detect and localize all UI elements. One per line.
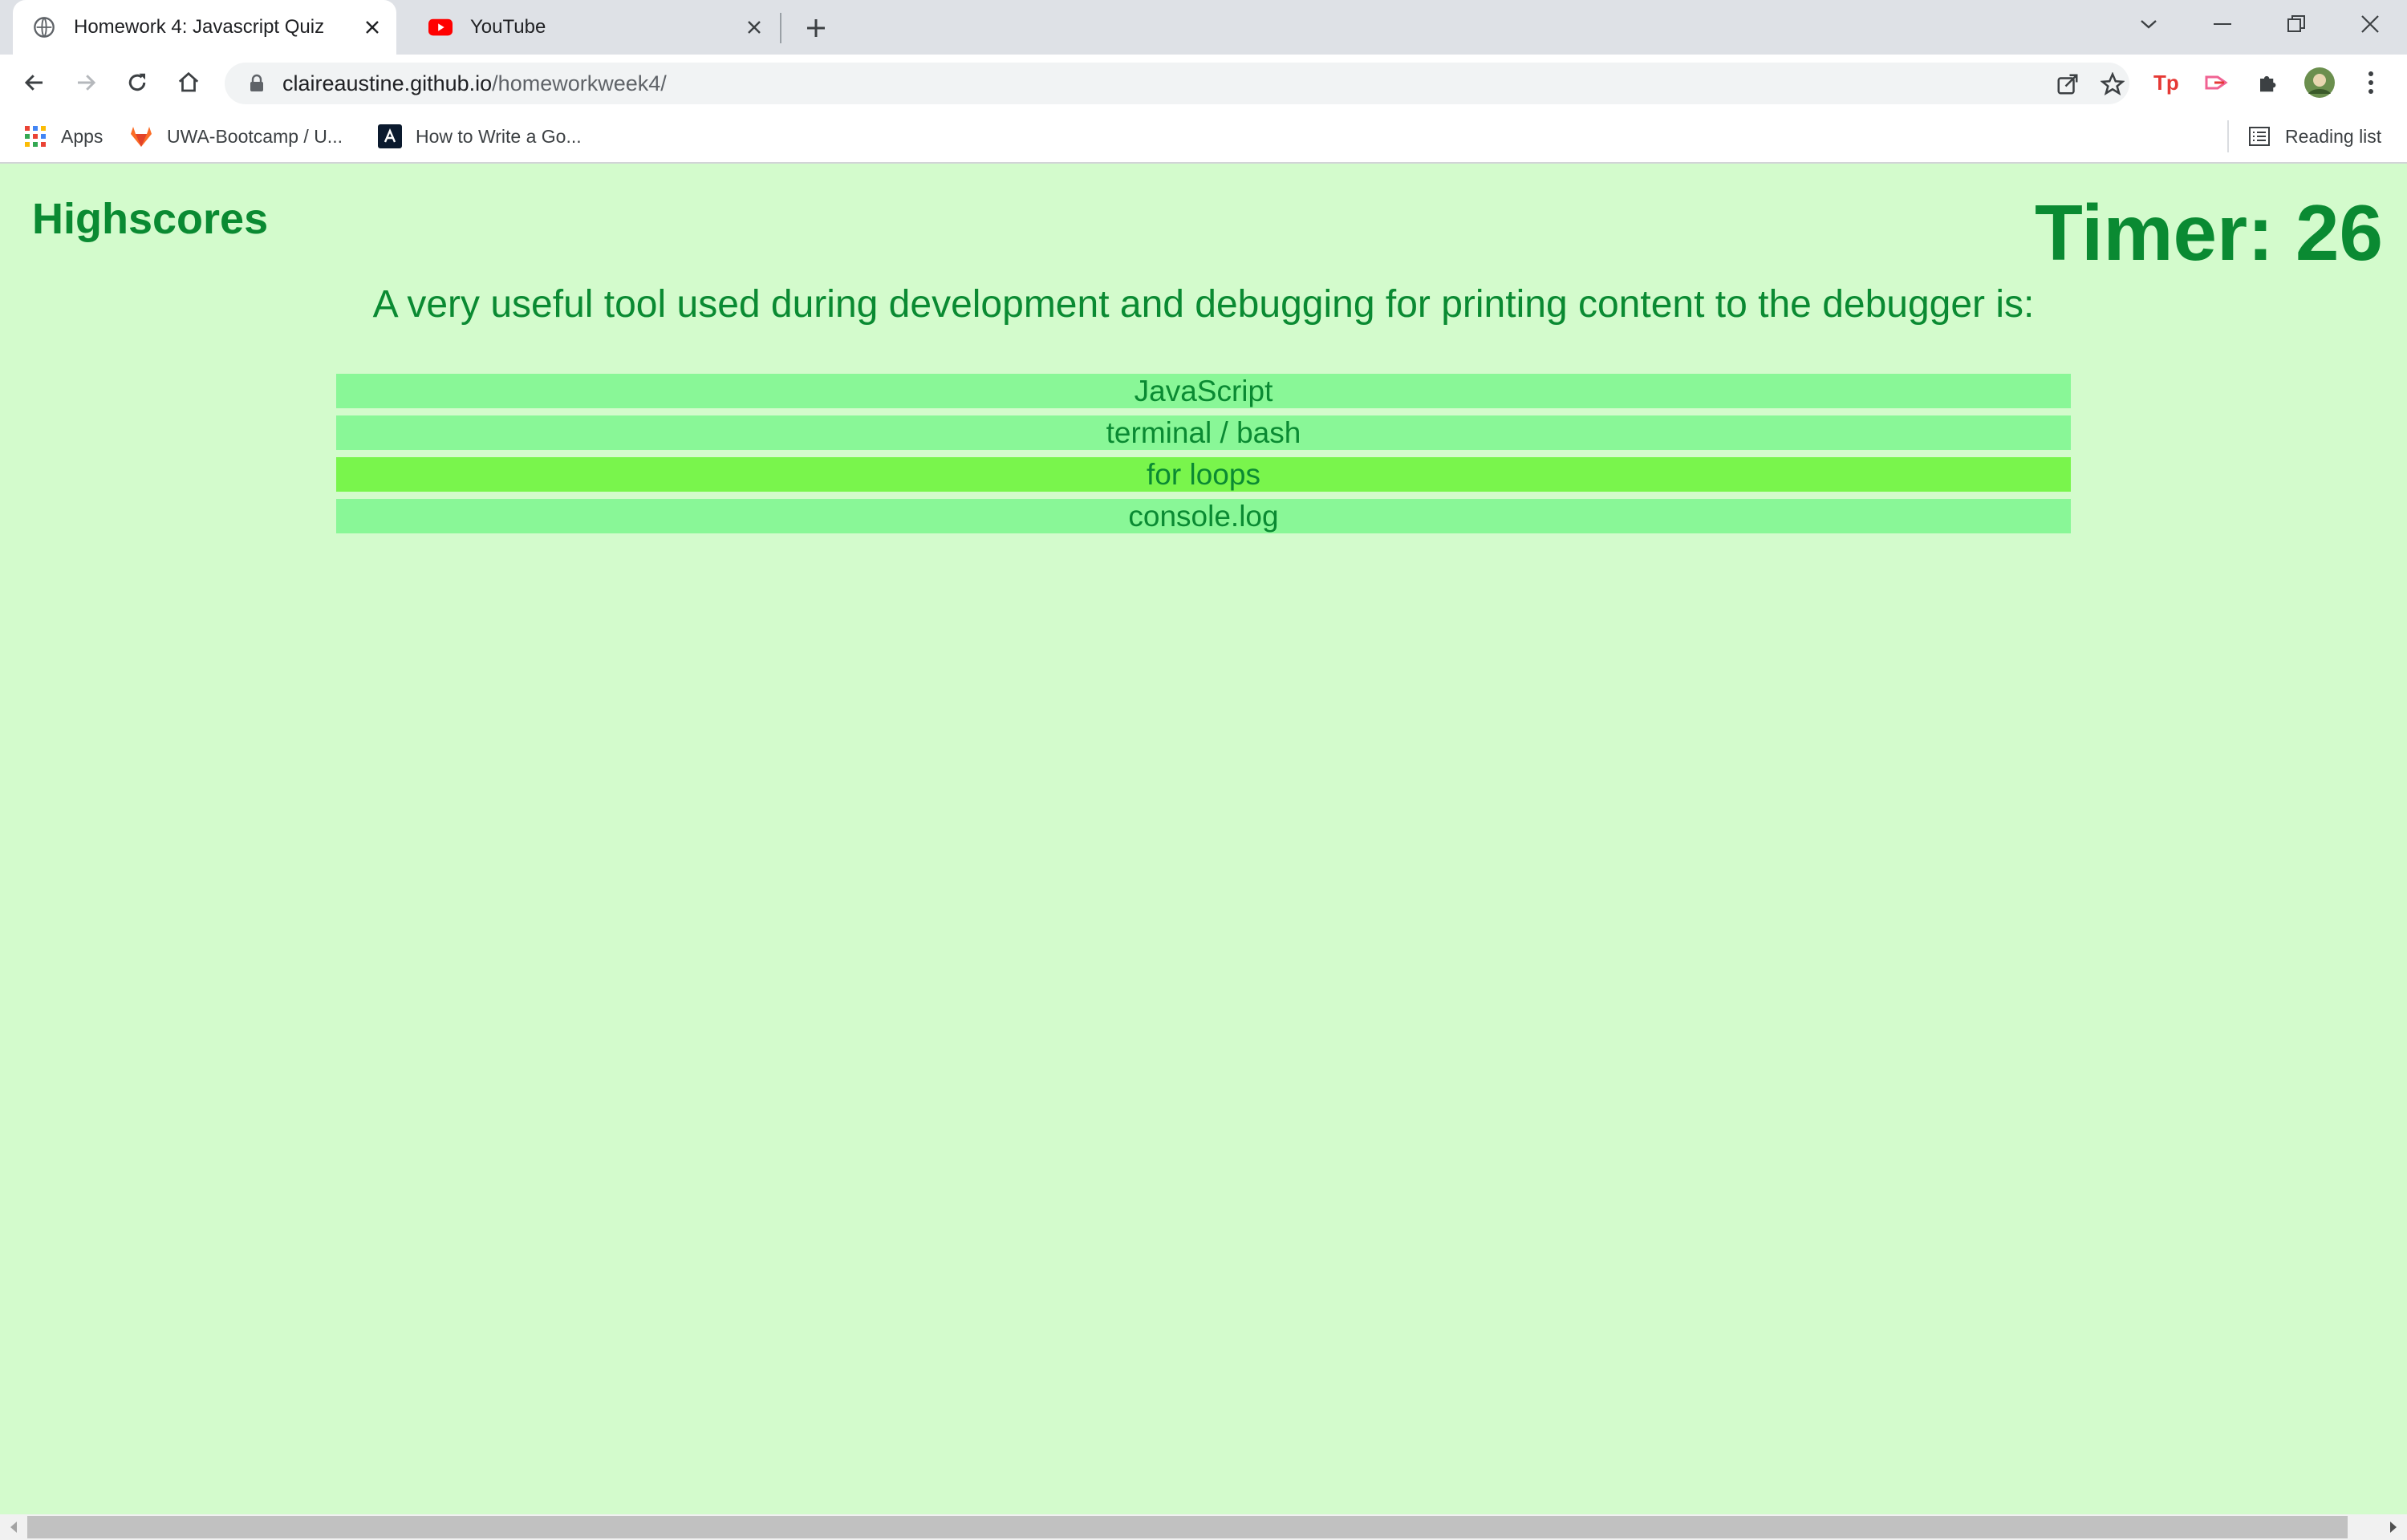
browser-toolbar: claireaustine.github.io/homeworkweek4/ T… xyxy=(0,55,2407,111)
gitlab-icon xyxy=(128,124,154,149)
answer-button[interactable]: terminal / bash xyxy=(336,415,2071,450)
reload-icon[interactable] xyxy=(119,64,156,101)
tab-search-chevron-icon[interactable] xyxy=(2112,0,2186,48)
bookmark-label: UWA-Bootcamp / U... xyxy=(167,125,343,147)
scroll-left-arrow-icon[interactable] xyxy=(2,1514,26,1540)
answer-button[interactable]: JavaScript xyxy=(336,374,2071,408)
back-arrow-icon[interactable] xyxy=(16,64,53,101)
lock-icon[interactable] xyxy=(246,72,268,95)
arrow-extension-icon[interactable] xyxy=(2198,64,2235,101)
article-icon xyxy=(377,124,403,149)
scrollbar-thumb[interactable] xyxy=(27,1516,2348,1538)
globe-icon xyxy=(32,15,56,39)
apps-grid-icon xyxy=(22,124,48,149)
close-tab-icon[interactable] xyxy=(356,11,388,43)
url-host: claireaustine.github.io xyxy=(282,71,493,95)
close-window-icon[interactable] xyxy=(2333,0,2407,48)
timer-display: Timer: 26 xyxy=(2035,188,2383,277)
bookmarks-bar: Apps UWA-Bootcamp / U... How to Write a … xyxy=(0,111,2407,164)
bookmarks-separator xyxy=(2227,120,2229,152)
svg-text:Tp: Tp xyxy=(2153,71,2179,95)
scroll-right-arrow-icon[interactable] xyxy=(2381,1514,2405,1540)
horizontal-scrollbar[interactable] xyxy=(0,1514,2407,1540)
highscores-link[interactable]: Highscores xyxy=(32,194,268,244)
bookmark-apps[interactable]: Apps xyxy=(22,122,103,151)
bookmark-uwa-bootcamp[interactable]: UWA-Bootcamp / U... xyxy=(128,122,343,151)
browser-menu-icon[interactable] xyxy=(2352,64,2389,101)
bookmark-label: How to Write a Go... xyxy=(416,125,582,147)
tab-separator xyxy=(780,13,781,43)
close-tab-icon[interactable] xyxy=(738,11,770,43)
url-text: claireaustine.github.io/homeworkweek4/ xyxy=(282,71,667,96)
new-tab-plus-icon[interactable] xyxy=(799,11,833,45)
reading-list-button[interactable]: Reading list xyxy=(2247,122,2381,151)
profile-avatar-icon[interactable] xyxy=(2301,64,2338,101)
youtube-icon xyxy=(428,15,453,39)
tp-extension-icon[interactable]: Tp xyxy=(2147,64,2184,101)
minimize-icon[interactable] xyxy=(2186,0,2259,48)
bookmark-label: Apps xyxy=(61,125,104,147)
reading-list-label: Reading list xyxy=(2285,125,2382,147)
tab-title: Homework 4: Javascript Quiz xyxy=(74,16,325,38)
share-icon[interactable] xyxy=(2054,71,2081,98)
answer-button[interactable]: console.log xyxy=(336,499,2071,533)
answer-button[interactable]: for loops xyxy=(336,457,2071,492)
bookmark-star-icon[interactable] xyxy=(2099,71,2126,98)
quiz-page: Highscores Timer: 26 A very useful tool … xyxy=(0,164,2407,1514)
tab-title: YouTube xyxy=(470,16,546,38)
extensions-puzzle-icon[interactable] xyxy=(2250,64,2287,101)
question-text: A very useful tool used during developme… xyxy=(372,283,2035,326)
bookmark-how-to-write[interactable]: How to Write a Go... xyxy=(377,122,582,151)
forward-arrow-icon[interactable] xyxy=(67,64,104,101)
address-bar[interactable]: claireaustine.github.io/homeworkweek4/ xyxy=(225,63,2129,104)
restore-icon[interactable] xyxy=(2259,0,2333,48)
url-path: /homeworkweek4/ xyxy=(492,71,667,95)
tab-youtube[interactable]: YouTube xyxy=(409,0,778,55)
reading-list-icon xyxy=(2247,124,2272,149)
home-icon[interactable] xyxy=(170,64,207,101)
tab-strip: Homework 4: Javascript Quiz YouTube xyxy=(0,0,2407,55)
answer-list: JavaScript terminal / bash for loops con… xyxy=(336,374,2071,541)
tab-quiz[interactable]: Homework 4: Javascript Quiz xyxy=(13,0,396,55)
